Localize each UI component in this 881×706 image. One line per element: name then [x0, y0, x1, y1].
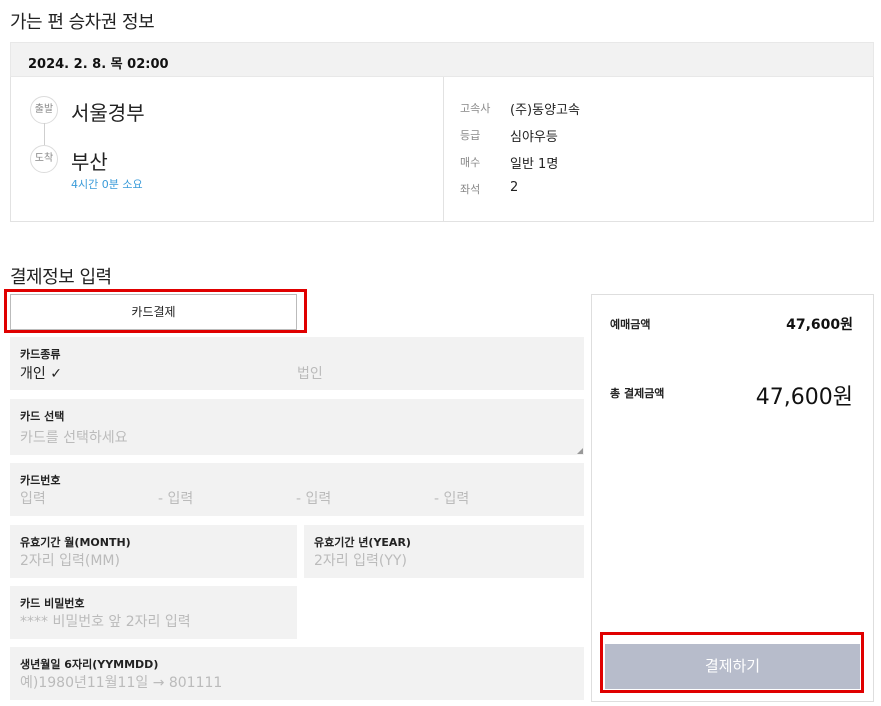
highlight-box-card-payment	[4, 289, 307, 333]
card-type-label: 카드종류	[20, 348, 61, 361]
card-type-corporate-option[interactable]: 법인	[297, 363, 323, 383]
ticket-divider	[443, 77, 444, 221]
bus-company-label: 고속사	[460, 102, 491, 115]
departure-terminal: 서울경부	[71, 101, 145, 125]
card-number-input-1[interactable]: 입력	[20, 488, 46, 508]
seat-label: 좌석	[460, 183, 481, 196]
card-number-input-2[interactable]: - 입력	[158, 488, 193, 508]
ticket-details-box: 출발 도착 서울경부 부산 4시간 0분 소요 고속사 (주)동양고속 등급 심…	[10, 77, 874, 222]
bus-company-value: (주)동양고속	[510, 103, 580, 118]
arrival-terminal: 부산	[71, 150, 108, 174]
fare-value: 47,600원	[786, 317, 853, 333]
ticket-date: 2024. 2. 8. 목 02:00	[28, 57, 169, 72]
card-number-input-3[interactable]: - 입력	[296, 488, 331, 508]
departure-badge: 출발	[30, 96, 58, 124]
resize-handle-icon[interactable]	[577, 448, 583, 454]
expiry-year-placeholder: 2자리 입력(YY)	[314, 553, 407, 569]
arrival-badge: 도착	[30, 145, 58, 173]
expiry-year-field[interactable]: 유효기간 년(YEAR) 2자리 입력(YY)	[304, 525, 584, 578]
card-number-label: 카드번호	[20, 474, 61, 487]
ticket-date-bar: 2024. 2. 8. 목 02:00	[10, 42, 874, 77]
birthdate-label: 생년월일 6자리(YYMMDD)	[20, 658, 159, 671]
seat-value: 2	[510, 180, 519, 195]
card-select-field[interactable]: 카드 선택 카드를 선택하세요	[10, 399, 584, 455]
route-connector-line	[44, 123, 45, 145]
grade-value: 심야우등	[510, 130, 558, 145]
check-icon: ✓	[50, 366, 62, 382]
card-type-field: 카드종류 개인 ✓ 법인	[10, 337, 584, 390]
total-value: 47,600원	[755, 385, 853, 410]
card-type-personal-label: 개인	[20, 366, 46, 382]
expiry-month-placeholder: 2자리 입력(MM)	[20, 553, 120, 569]
expiry-month-field[interactable]: 유효기간 월(MONTH) 2자리 입력(MM)	[10, 525, 297, 578]
highlight-box-pay-button	[600, 632, 864, 693]
card-select-label: 카드 선택	[20, 410, 65, 423]
expiry-year-label: 유효기간 년(YEAR)	[314, 536, 411, 549]
birthdate-field[interactable]: 생년월일 6자리(YYMMDD) 예)1980년11월11일 → 801111	[10, 647, 584, 700]
fare-label: 예매금액	[610, 318, 651, 331]
travel-duration: 4시간 0분 소요	[71, 178, 143, 191]
birthdate-placeholder: 예)1980년11월11일 → 801111	[20, 675, 223, 691]
card-number-field: 카드번호 입력 - 입력 - 입력 - 입력	[10, 463, 584, 516]
ticket-count-value: 일반 1명	[510, 157, 559, 172]
ticket-count-label: 매수	[460, 156, 481, 169]
ticket-section-title: 가는 편 승차권 정보	[10, 12, 155, 33]
card-type-personal-option[interactable]: 개인 ✓	[20, 363, 62, 383]
total-label: 총 결제금액	[610, 387, 665, 400]
card-password-label: 카드 비밀번호	[20, 597, 85, 610]
card-password-placeholder: **** 비밀번호 앞 2자리 입력	[20, 614, 191, 630]
grade-label: 등급	[460, 129, 481, 142]
card-select-placeholder: 카드를 선택하세요	[20, 430, 128, 446]
card-number-input-4[interactable]: - 입력	[434, 488, 469, 508]
payment-section-title: 결제정보 입력	[10, 267, 112, 288]
card-password-field[interactable]: 카드 비밀번호 **** 비밀번호 앞 2자리 입력	[10, 586, 297, 639]
expiry-month-label: 유효기간 월(MONTH)	[20, 536, 131, 549]
